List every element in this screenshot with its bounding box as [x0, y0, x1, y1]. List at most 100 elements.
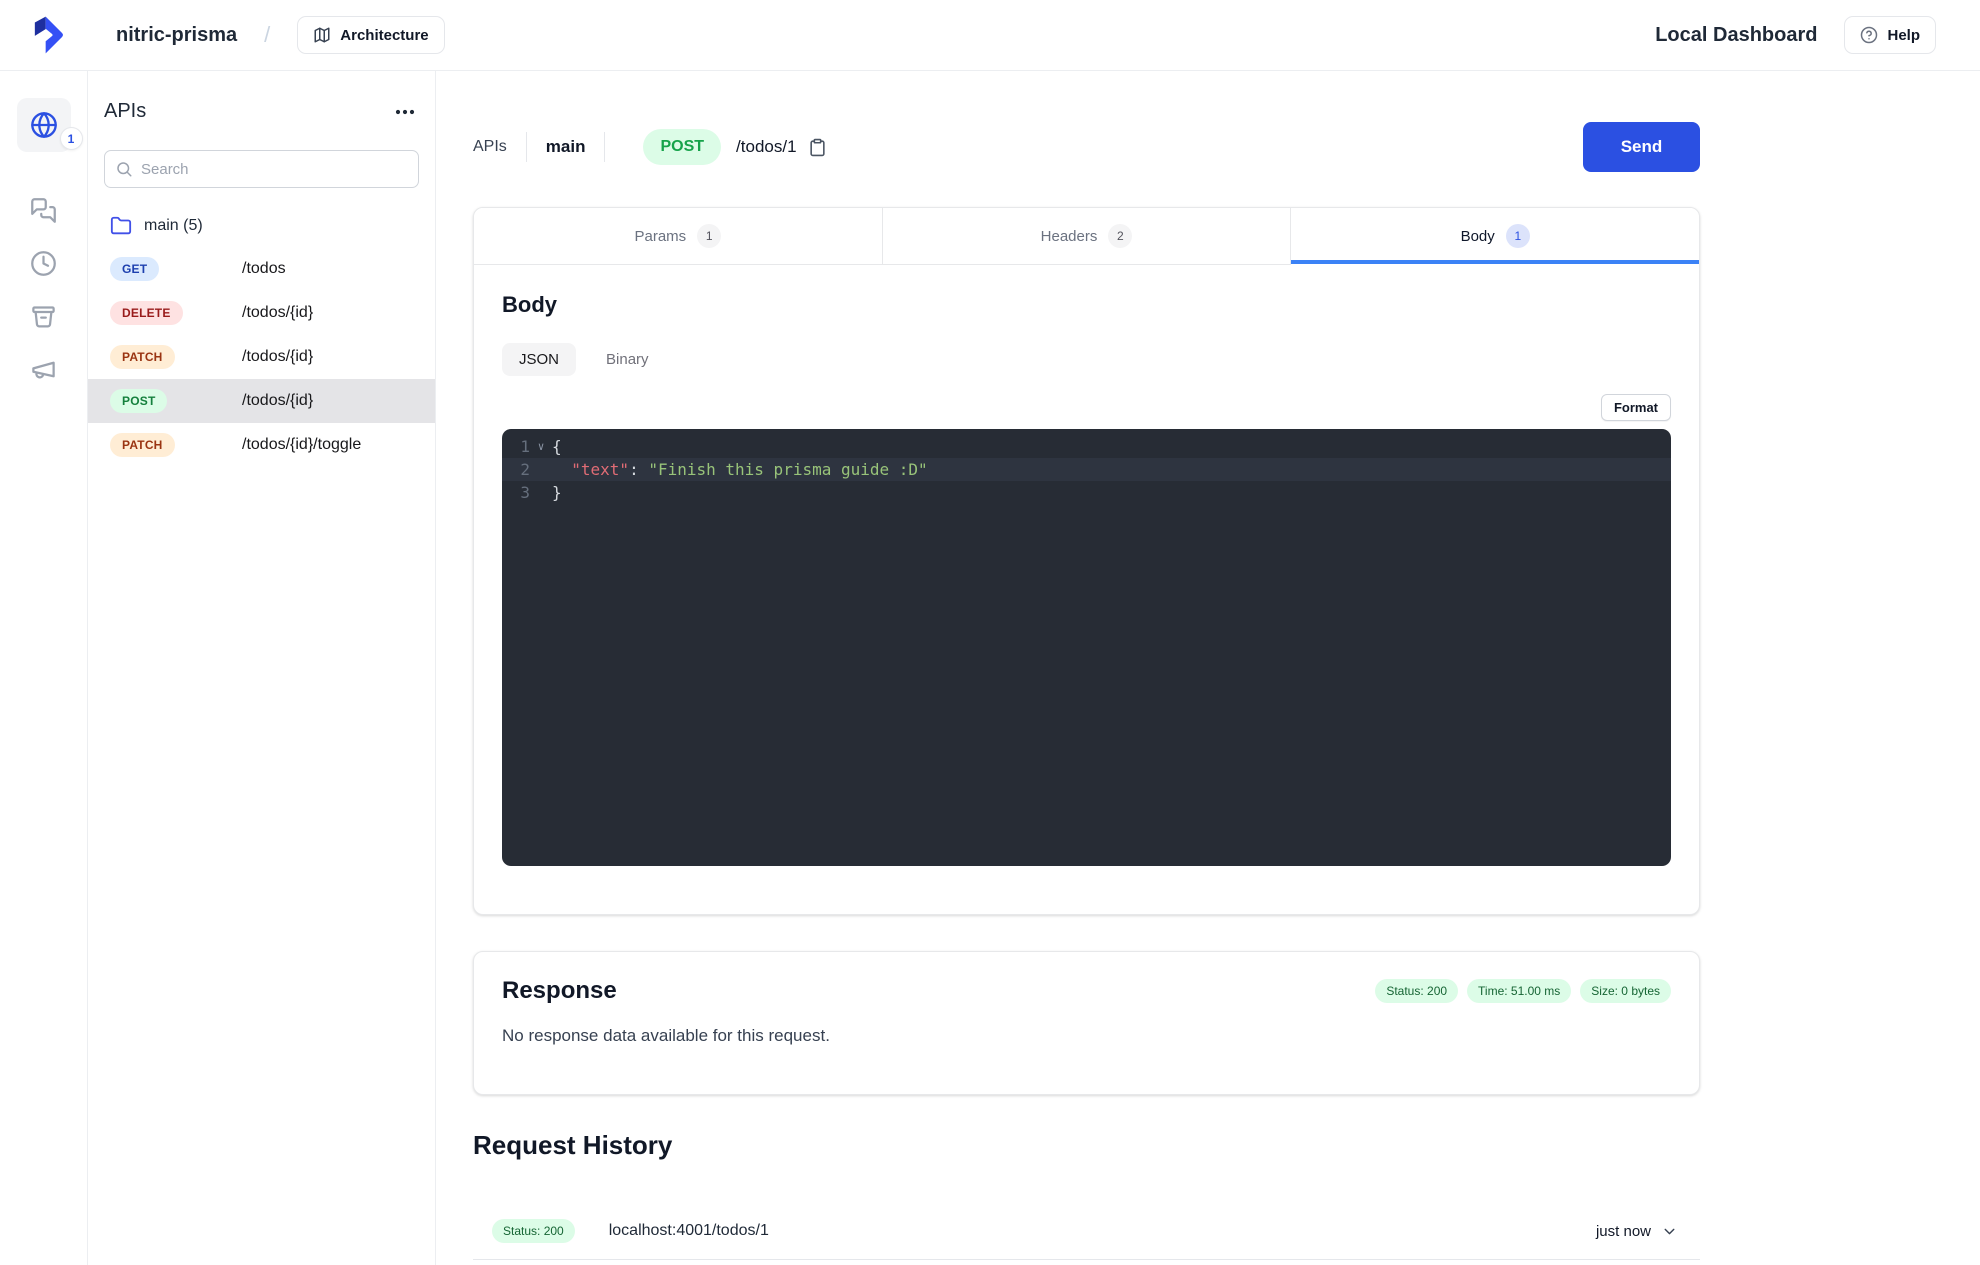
nitric-logo — [0, 15, 88, 55]
dashboard-title: Local Dashboard — [1655, 23, 1818, 46]
gutter-spacer — [530, 458, 552, 481]
ellipsis-icon — [395, 109, 415, 114]
rail-item-apis[interactable]: 1 — [16, 98, 83, 152]
method-badge: DELETE — [110, 301, 183, 325]
mode-binary-button[interactable]: Binary — [606, 351, 649, 368]
gutter-spacer — [530, 481, 552, 504]
tab-label: Params — [634, 227, 687, 245]
tab-label: Body — [1460, 227, 1495, 245]
tab-body[interactable]: Body 1 — [1291, 208, 1699, 265]
folder-icon — [110, 216, 132, 235]
code-line-3: 3 } — [502, 481, 1671, 504]
rail-item-websockets[interactable] — [30, 197, 57, 224]
endpoint-row-get-todos[interactable]: GET /todos — [88, 247, 435, 291]
search-input[interactable] — [141, 160, 408, 178]
help-button[interactable]: Help — [1844, 16, 1936, 54]
copy-path-button[interactable] — [808, 138, 827, 157]
code-line-1: 1 ∨ { — [502, 435, 1671, 458]
request-tabs: Params 1 Headers 2 Body 1 — [474, 208, 1699, 265]
breadcrumb: APIs main POST /todos/1 — [473, 129, 827, 165]
body-panel: Body JSON Binary Format 1 ∨ {2 "text":… — [474, 265, 1699, 893]
endpoint-path: /todos/{id} — [242, 304, 314, 321]
body-mode-toggle: JSON Binary — [502, 343, 1671, 376]
apis-count-badge: 1 — [59, 127, 83, 150]
method-badge: PATCH — [110, 433, 175, 457]
endpoint-row-patch-todo-toggle[interactable]: PATCH /todos/{id}/toggle — [88, 423, 435, 467]
response-status-badge: Status: 200 — [1375, 979, 1459, 1003]
body-panel-title: Body — [502, 292, 557, 317]
endpoint-row-delete-todo[interactable]: DELETE /todos/{id} — [88, 291, 435, 335]
sidebar-menu-button[interactable] — [391, 105, 419, 119]
history-expand-toggle[interactable]: just now — [1596, 1223, 1678, 1240]
apis-sidebar: APIs main (5) GET /todos — [88, 71, 436, 1265]
line-number: 1 — [520, 437, 530, 456]
breadcrumb-apis[interactable]: APIs — [473, 138, 507, 156]
search-icon — [117, 162, 132, 177]
bucket-icon — [32, 306, 55, 328]
tab-count-badge: 1 — [1505, 224, 1530, 248]
tab-params[interactable]: Params 1 — [474, 208, 883, 265]
format-button[interactable]: Format — [1600, 394, 1671, 421]
code-token-property: "text" — [552, 460, 630, 479]
response-empty-message: No response data available for this requ… — [502, 1026, 830, 1045]
api-group-main[interactable]: main (5) — [104, 215, 419, 237]
method-badge: PATCH — [110, 345, 175, 369]
method-badge: GET — [110, 257, 160, 281]
history-status-badge: Status: 200 — [492, 1219, 575, 1243]
nitric-logo-icon — [34, 16, 63, 54]
search-box — [104, 150, 419, 188]
request-bar: APIs main POST /todos/1 Send — [473, 122, 1700, 172]
code-token: : — [629, 460, 649, 479]
tab-headers[interactable]: Headers 2 — [882, 208, 1292, 265]
method-badge: POST — [110, 389, 168, 413]
topbar: nitric-prisma / Architecture Local Dashb… — [0, 0, 1980, 71]
main-area: APIs main POST /todos/1 Send Params 1 He… — [436, 71, 1980, 1265]
api-group-label: main (5) — [144, 217, 203, 234]
mode-json-button[interactable]: JSON — [502, 343, 577, 376]
endpoint-path: /todos/{id} — [242, 348, 314, 365]
line-number: 3 — [520, 483, 530, 502]
endpoint-path: /todos — [242, 260, 286, 277]
request-path: /todos/1 — [736, 137, 797, 156]
icon-rail: 1 — [0, 71, 88, 1265]
tab-label: Headers — [1040, 227, 1098, 245]
breadcrumb-divider — [604, 132, 606, 162]
megaphone-icon — [32, 361, 55, 379]
endpoint-row-post-todo[interactable]: POST /todos/{id} — [88, 379, 435, 423]
help-label: Help — [1887, 26, 1920, 44]
clipboard-icon — [809, 138, 825, 156]
history-row[interactable]: Status: 200 localhost:4001/todos/1 just … — [473, 1203, 1700, 1260]
project-name: nitric-prisma — [116, 23, 238, 46]
tab-count-badge: 1 — [697, 224, 722, 248]
map-icon — [314, 27, 330, 43]
breadcrumb-api-name[interactable]: main — [546, 137, 586, 157]
architecture-label: Architecture — [340, 26, 429, 44]
response-time-badge: Time: 51.00 ms — [1467, 979, 1572, 1003]
endpoint-path: /todos/{id}/toggle — [242, 436, 362, 453]
send-button[interactable]: Send — [1583, 122, 1700, 172]
rail-item-storage[interactable] — [30, 303, 57, 330]
endpoint-list: GET /todos DELETE /todos/{id} PATCH /tod… — [88, 247, 435, 467]
rail-item-topics[interactable] — [30, 356, 57, 383]
clock-icon — [31, 251, 56, 276]
history-url: localhost:4001/todos/1 — [608, 1222, 769, 1239]
fold-chevron-icon[interactable]: ∨ — [530, 435, 552, 458]
response-card: Response Status: 200 Time: 51.00 ms Size… — [473, 951, 1700, 1095]
chevron-down-icon — [1664, 1228, 1675, 1234]
sidebar-title: APIs — [104, 100, 147, 122]
history-time: just now — [1595, 1222, 1651, 1240]
json-body-editor[interactable]: 1 ∨ { 2 "text": "Finish this prisma guid… — [502, 429, 1671, 866]
rail-item-schedules[interactable] — [30, 250, 57, 277]
endpoint-row-patch-todo[interactable]: PATCH /todos/{id} — [88, 335, 435, 379]
help-circle-icon — [1861, 26, 1878, 44]
request-card: Params 1 Headers 2 Body 1 Body JSON Bina… — [473, 207, 1700, 915]
breadcrumb-divider — [525, 132, 527, 162]
code-token: } — [552, 483, 562, 502]
architecture-button[interactable]: Architecture — [297, 16, 445, 54]
code-token-string: "Finish this prisma guide :D" — [648, 460, 928, 479]
request-history-title: Request History — [473, 1130, 673, 1160]
breadcrumb-separator: / — [264, 22, 271, 47]
code-line-2: 2 "text": "Finish this prisma guide :D" — [502, 458, 1671, 481]
globe-icon — [30, 112, 57, 138]
tab-count-badge: 2 — [1108, 224, 1133, 248]
